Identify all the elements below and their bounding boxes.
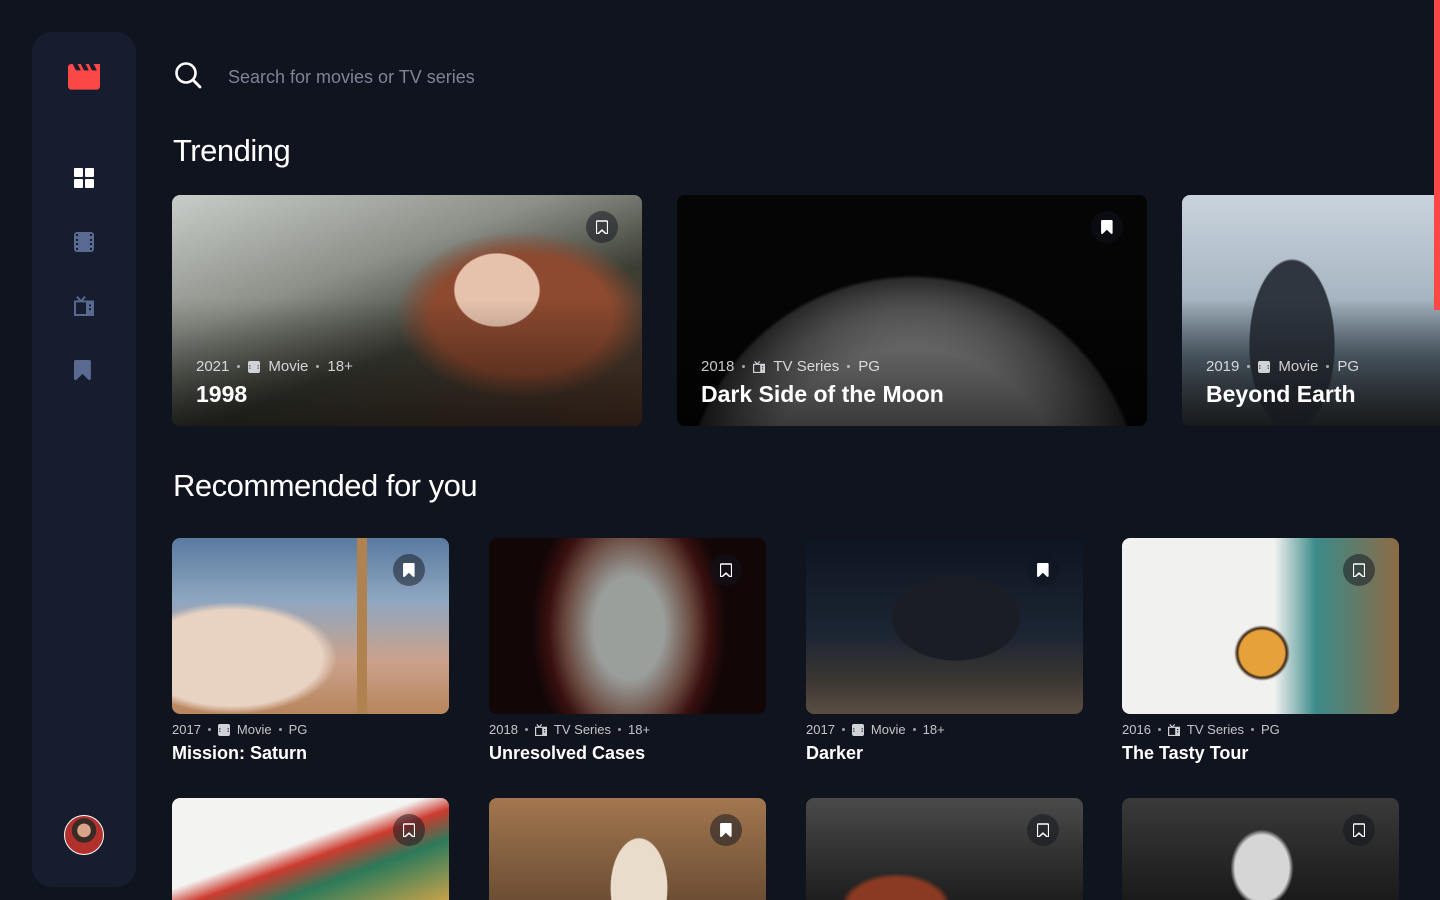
tv-icon (74, 296, 94, 316)
recommended-card[interactable] (489, 798, 766, 900)
bookmark-icon (73, 360, 91, 380)
card-title: Unresolved Cases (489, 743, 646, 763)
bookmark-filled-icon (720, 823, 732, 837)
bookmark-empty-icon (720, 563, 732, 577)
bookmark-button[interactable] (393, 814, 425, 846)
bookmark-button[interactable] (586, 211, 618, 243)
card-title: Darker (806, 743, 864, 763)
film-icon (851, 723, 864, 736)
bookmark-empty-icon (596, 220, 608, 234)
nav-movies[interactable] (74, 232, 94, 252)
card-title: Beyond Earth (1206, 381, 1356, 407)
recommended-card[interactable] (806, 798, 1083, 900)
rating: PG (288, 722, 308, 737)
bookmark-button[interactable] (1343, 814, 1375, 846)
scroll-indicator (1434, 0, 1440, 310)
card-meta: 2021 Movie 18+ (196, 358, 353, 375)
card-title: Mission: Saturn (172, 743, 308, 763)
bookmark-button[interactable] (710, 554, 742, 586)
trending-card[interactable]: 2019 Movie PG Beyond Earth (1182, 195, 1440, 426)
search-icon (175, 62, 202, 89)
nav-tv-series[interactable] (74, 296, 94, 316)
year: 2019 (1206, 358, 1240, 375)
rating: 18+ (922, 722, 945, 737)
rating: PG (1337, 358, 1360, 375)
sidebar (32, 32, 136, 887)
film-icon (248, 360, 261, 373)
bookmark-button[interactable] (1027, 814, 1059, 846)
card-meta: 2019 Movie PG (1206, 358, 1359, 375)
year: 2018 (489, 722, 518, 737)
recommended-card[interactable] (172, 798, 449, 900)
bookmark-button[interactable] (1091, 211, 1123, 243)
card-meta: 2018 TV Series PG (701, 358, 880, 375)
bookmark-filled-icon (1101, 220, 1113, 234)
card-meta: 2017 Movie 18+ (806, 722, 1083, 737)
section-title-trending: Trending (173, 133, 291, 168)
category: Movie (236, 722, 272, 737)
thumbnail (806, 538, 1083, 714)
film-icon (1258, 360, 1271, 373)
thumbnail (489, 538, 766, 714)
year: 2017 (806, 722, 835, 737)
card-title: 1998 (196, 381, 248, 407)
film-icon (74, 232, 94, 252)
recommended-card[interactable] (1122, 798, 1399, 900)
card-meta: 2018 TV Series 18+ (489, 722, 766, 737)
trending-card[interactable]: 2021 Movie 18+ 1998 (172, 195, 642, 426)
recommended-card[interactable]: 2017 Movie 18+ Darker (806, 538, 1083, 764)
bookmark-button[interactable] (1027, 554, 1059, 586)
year: 2017 (172, 722, 201, 737)
recommended-card[interactable]: 2017 Movie PG Mission: Saturn (172, 538, 449, 764)
bookmark-button[interactable] (1343, 554, 1375, 586)
search-input[interactable] (228, 62, 828, 92)
bookmark-empty-icon (1353, 563, 1365, 577)
category: TV Series (553, 722, 611, 737)
bookmark-empty-icon (1353, 823, 1365, 837)
thumbnail (489, 798, 766, 900)
recommended-card[interactable]: 2016 TV Series PG The Tasty Tour (1122, 538, 1399, 764)
thumbnail (172, 538, 449, 714)
avatar[interactable] (64, 815, 104, 855)
nav-home[interactable] (74, 168, 94, 188)
category: TV Series (773, 358, 840, 375)
section-title-recommended: Recommended for you (173, 468, 478, 503)
grid-icon (74, 168, 94, 188)
rating: PG (1261, 722, 1280, 737)
thumbnail (1122, 798, 1399, 900)
category: TV Series (1186, 722, 1244, 737)
thumbnail (806, 798, 1083, 900)
category: Movie (268, 358, 309, 375)
card-meta: 2016 TV Series PG (1122, 722, 1399, 737)
bookmark-empty-icon (403, 823, 415, 837)
tv-icon (534, 723, 547, 736)
tv-icon (1167, 723, 1180, 736)
thumbnail (1122, 538, 1399, 714)
thumbnail (172, 798, 449, 900)
trending-card[interactable]: 2018 TV Series PG Dark Side of the Moon (677, 195, 1147, 426)
card-meta: 2017 Movie PG (172, 722, 449, 737)
card-title: Dark Side of the Moon (701, 381, 944, 407)
year: 2018 (701, 358, 735, 375)
category: Movie (1278, 358, 1319, 375)
nav-bookmarks[interactable] (73, 360, 94, 380)
recommended-card[interactable]: 2018 TV Series 18+ Unresolved Cases (489, 538, 766, 764)
bookmark-button[interactable] (710, 814, 742, 846)
category: Movie (870, 722, 906, 737)
rating: PG (858, 358, 880, 375)
bookmark-button[interactable] (393, 554, 425, 586)
bookmark-filled-icon (403, 563, 415, 577)
clapperboard-icon[interactable] (68, 64, 100, 90)
card-title: The Tasty Tour (1122, 743, 1249, 763)
film-icon (217, 723, 230, 736)
rating: 18+ (628, 722, 651, 737)
year: 2016 (1122, 722, 1151, 737)
year: 2021 (196, 358, 230, 375)
tv-icon (753, 360, 766, 373)
rating: 18+ (327, 358, 353, 375)
bookmark-filled-icon (1037, 563, 1049, 577)
bookmark-empty-icon (1037, 823, 1049, 837)
